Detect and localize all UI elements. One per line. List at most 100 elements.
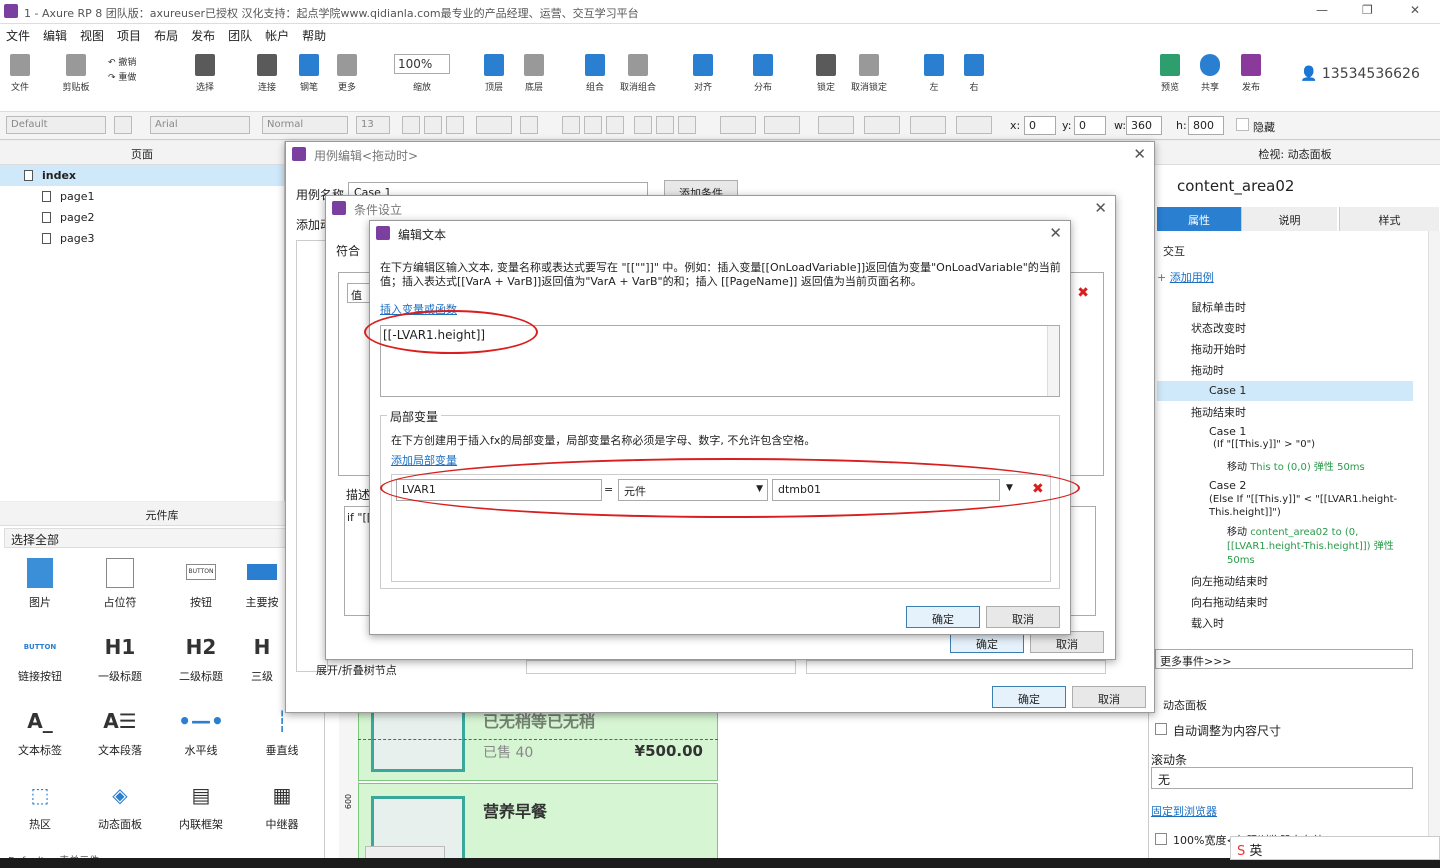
width100-checkbox[interactable] xyxy=(1155,833,1167,845)
connect-button[interactable]: 连接 xyxy=(252,54,282,93)
clipboard-button[interactable]: 剪贴板 xyxy=(56,54,96,93)
arrow-style-icon[interactable] xyxy=(956,116,992,134)
shadow-icon[interactable] xyxy=(764,116,800,134)
send-bottom-button[interactable]: 底层 xyxy=(522,54,546,93)
add-local-var-link[interactable]: 添加局部变量 xyxy=(391,452,457,468)
lib-primary-button[interactable]: 主要按 xyxy=(242,558,282,610)
lib-placeholder[interactable]: 占位符 xyxy=(80,558,160,610)
menu-project[interactable]: 项目 xyxy=(111,24,148,44)
align-right-icon[interactable] xyxy=(606,116,624,134)
lib-inline-frame[interactable]: ▤ 内联框架 xyxy=(161,780,241,832)
h-input[interactable]: 800 xyxy=(1188,116,1224,135)
menu-help[interactable]: 帮助 xyxy=(296,24,333,44)
lib-h1[interactable]: H1 一级标题 xyxy=(80,632,160,684)
distribute-button[interactable]: 分布 xyxy=(750,54,776,93)
size-select[interactable]: 13 xyxy=(356,116,390,134)
add-case-link[interactable]: + 添加用例 xyxy=(1157,269,1214,285)
lib-h2[interactable]: H2 二级标题 xyxy=(161,632,241,684)
event-drag-right-end[interactable]: 向右拖动结束时 xyxy=(1191,594,1268,610)
fill-color-icon[interactable] xyxy=(720,116,756,134)
expand-collapse[interactable]: 展开/折叠树节点 xyxy=(316,662,397,678)
delete-condition-icon[interactable]: ✖ xyxy=(1077,285,1089,301)
style-select[interactable]: Default xyxy=(6,116,106,134)
font-select[interactable]: Arial xyxy=(150,116,250,134)
lib-hline[interactable]: •—• 水平线 xyxy=(161,706,241,758)
case-cancel-button[interactable]: 取消 xyxy=(1072,686,1146,708)
tab-style[interactable]: 样式 xyxy=(1339,207,1439,231)
lib-h3[interactable]: H 三级 xyxy=(242,632,282,684)
ungroup-button[interactable]: 取消组合 xyxy=(618,54,658,93)
align-left-icon[interactable] xyxy=(562,116,580,134)
bullet-icon[interactable] xyxy=(520,116,538,134)
preview-button[interactable]: 预览 xyxy=(1158,54,1182,93)
inspector-scrollbar[interactable] xyxy=(1428,231,1440,868)
close-icon[interactable]: ✕ xyxy=(1094,199,1107,217)
event-click[interactable]: 鼠标单击时 xyxy=(1191,299,1246,315)
page-index[interactable]: index xyxy=(0,165,284,186)
line-width-icon[interactable] xyxy=(864,116,900,134)
right-button[interactable]: 右 xyxy=(962,54,986,93)
bring-top-button[interactable]: 顶层 xyxy=(482,54,506,93)
italic-icon[interactable] xyxy=(424,116,442,134)
zoom-control[interactable]: 100% 缩放 xyxy=(394,54,450,93)
style-edit-icon[interactable] xyxy=(114,116,132,134)
valign-middle-icon[interactable] xyxy=(656,116,674,134)
pen-button[interactable]: 钢笔 xyxy=(294,54,324,93)
line-color-icon[interactable] xyxy=(818,116,854,134)
unlock-button[interactable]: 取消锁定 xyxy=(850,54,888,93)
page-page3[interactable]: page3 xyxy=(0,228,284,249)
case-row-selected[interactable]: Case 1 xyxy=(1157,381,1413,401)
lib-paragraph[interactable]: A☰ 文本段落 xyxy=(80,706,160,758)
y-input[interactable]: 0 xyxy=(1074,116,1106,135)
lib-dynamic-panel[interactable]: ◈ 动态面板 xyxy=(80,780,160,832)
edit-text-cancel-button[interactable]: 取消 xyxy=(986,606,1060,628)
lib-vline[interactable]: ┆ 垂直线 xyxy=(242,706,322,758)
share-button[interactable]: 共享 xyxy=(1198,54,1222,93)
select-button[interactable]: 选择 xyxy=(180,54,230,93)
event-state-change[interactable]: 状态改变时 xyxy=(1191,320,1246,336)
menu-file[interactable]: 文件 xyxy=(0,24,37,44)
more-events-select[interactable]: 更多事件>>> xyxy=(1155,649,1413,669)
textarea-scrollbar[interactable] xyxy=(1047,326,1059,396)
case-ok-button[interactable]: 确定 xyxy=(992,686,1066,708)
close-icon[interactable]: ✕ xyxy=(1410,3,1420,17)
valign-top-icon[interactable] xyxy=(634,116,652,134)
lib-image[interactable]: 图片 xyxy=(0,558,80,610)
autofit-checkbox[interactable] xyxy=(1155,723,1167,735)
x-input[interactable]: 0 xyxy=(1024,116,1056,135)
event-drag[interactable]: 拖动时 xyxy=(1191,362,1224,378)
menu-team[interactable]: 团队 xyxy=(222,24,259,44)
align-center-icon[interactable] xyxy=(584,116,602,134)
page-page1[interactable]: page1 xyxy=(0,186,284,207)
hide-checkbox[interactable] xyxy=(1236,118,1249,131)
align-button[interactable]: 对齐 xyxy=(690,54,716,93)
lib-hotspot[interactable]: ⬚ 热区 xyxy=(0,780,80,832)
menu-layout[interactable]: 布局 xyxy=(148,24,185,44)
edit-text-ok-button[interactable]: 确定 xyxy=(906,606,980,628)
undo-button[interactable]: ↶ 撤销 xyxy=(108,56,148,71)
left-button[interactable]: 左 xyxy=(922,54,946,93)
line-style-icon[interactable] xyxy=(910,116,946,134)
event-drag-left-end[interactable]: 向左拖动结束时 xyxy=(1191,573,1268,589)
lib-text-label[interactable]: A_ 文本标签 xyxy=(0,706,80,758)
restore-icon[interactable]: ❐ xyxy=(1362,3,1373,17)
publish-button[interactable]: 发布 xyxy=(1236,54,1266,93)
close-icon[interactable]: ✕ xyxy=(1049,224,1062,242)
library-filter-select[interactable]: 选择全部 xyxy=(4,528,320,548)
weight-select[interactable]: Normal xyxy=(262,116,348,134)
menu-view[interactable]: 视图 xyxy=(74,24,111,44)
event-drag-start[interactable]: 拖动开始时 xyxy=(1191,341,1246,357)
pin-browser-link[interactable]: 固定到浏览器 xyxy=(1151,803,1217,819)
end-case2[interactable]: Case 2 xyxy=(1209,479,1246,492)
file-button[interactable]: 文件 xyxy=(8,54,32,93)
user-account[interactable]: 👤 13534536626 xyxy=(1300,66,1420,82)
event-load[interactable]: 载入时 xyxy=(1191,615,1224,631)
tab-properties[interactable]: 属性 xyxy=(1157,207,1241,231)
menu-edit[interactable]: 编辑 xyxy=(37,24,74,44)
minimize-icon[interactable]: — xyxy=(1316,3,1328,17)
menu-account[interactable]: 帐户 xyxy=(259,24,296,44)
ime-bar[interactable]: S 英 xyxy=(1230,836,1440,860)
lib-button[interactable]: BUTTON 按钮 xyxy=(161,558,241,610)
group-button[interactable]: 组合 xyxy=(582,54,608,93)
widget-name[interactable]: content_area02 xyxy=(1177,177,1294,195)
